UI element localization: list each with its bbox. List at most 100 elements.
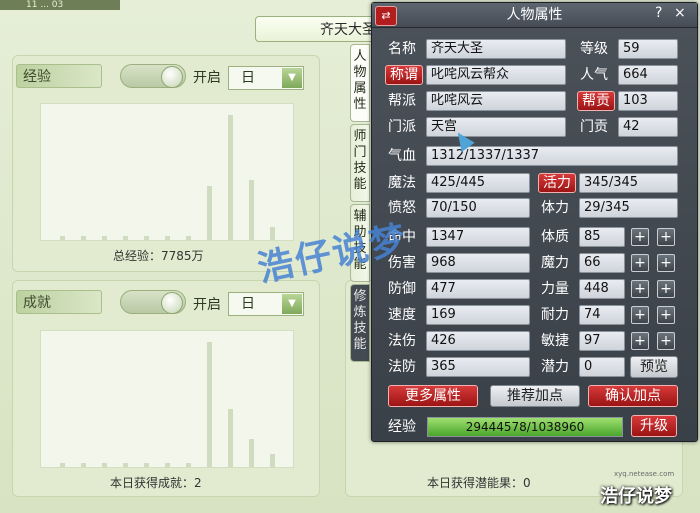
title-button[interactable]: 称谓 <box>385 65 423 85</box>
chevron-down-icon[interactable]: ▼ <box>282 68 302 88</box>
stat-label-endurance: 耐力 <box>541 307 569 323</box>
potential-total: 本日获得潜能果：0 <box>427 476 531 490</box>
select-value: 日 <box>241 70 255 86</box>
add-agility-alt-button[interactable]: + <box>657 332 675 350</box>
tab-cultivation-skills[interactable]: 修炼技能 <box>350 284 370 362</box>
top-status-bar: 11 ... 03 <box>0 0 120 10</box>
tab-label: 修炼技能 <box>353 289 367 352</box>
sect-label: 门派 <box>388 119 416 135</box>
tab-sect-skills[interactable]: 师门技能 <box>350 124 370 202</box>
add-magic-power-button[interactable]: + <box>631 254 649 272</box>
name-label: 名称 <box>388 41 416 57</box>
stat-label-magic-damage: 法伤 <box>388 333 416 349</box>
stat-value-magic-damage: 426 <box>426 331 530 351</box>
add-constitution-alt-button[interactable]: + <box>657 228 675 246</box>
tab-character-attributes[interactable]: 人物属性 <box>350 44 370 122</box>
add-strength-alt-button[interactable]: + <box>657 280 675 298</box>
mp-label: 魔法 <box>388 175 416 191</box>
more-attributes-button[interactable]: 更多属性 <box>388 385 478 407</box>
sect-field: 天宫 <box>426 117 566 137</box>
stat-value-constitution: 85 <box>579 227 625 247</box>
gang-label: 帮派 <box>388 93 416 109</box>
chart-bar <box>60 236 65 240</box>
chart-bar <box>144 236 149 240</box>
chart-bar <box>165 463 170 467</box>
chart-bar <box>186 236 191 240</box>
tab-label: 人物属性 <box>353 49 367 112</box>
title-field: 叱咤风云帮众 <box>426 65 566 85</box>
chart-bar <box>228 409 233 467</box>
tab-label: 师门技能 <box>353 129 367 192</box>
toggle-knob <box>161 66 183 88</box>
stat-label-strength: 力量 <box>541 281 569 297</box>
stat-label-defense: 防御 <box>388 281 416 297</box>
level-field: 59 <box>618 39 678 59</box>
stat-label-agility: 敏捷 <box>541 333 569 349</box>
achievement-toggle-label: 开启 <box>193 297 221 313</box>
brand-logo: 浩仔说梦 <box>600 486 672 507</box>
chart-bar <box>123 463 128 467</box>
exp-value: 29444578/1038960 <box>465 420 585 434</box>
stat-value-defense: 477 <box>426 279 530 299</box>
add-strength-button[interactable]: + <box>631 280 649 298</box>
name-field: 齐天大圣 <box>426 39 566 59</box>
add-endurance-alt-button[interactable]: + <box>657 306 675 324</box>
swap-icon[interactable]: ⇄ <box>375 6 397 26</box>
mp-field: 425/445 <box>426 173 530 193</box>
stat-label-potential: 潜力 <box>541 359 569 375</box>
experience-period-select[interactable]: 日 ▼ <box>228 66 304 90</box>
popularity-field: 664 <box>618 65 678 85</box>
stat-value-potential: 0 <box>579 357 625 377</box>
stat-label-magic-power: 魔力 <box>541 255 569 271</box>
stat-value-endurance: 74 <box>579 305 625 325</box>
stat-value-agility: 97 <box>579 331 625 351</box>
chart-bar <box>81 463 86 467</box>
achievement-toggle[interactable] <box>120 290 186 314</box>
preview-button[interactable]: 预览 <box>630 356 678 378</box>
add-magic-power-alt-button[interactable]: + <box>657 254 675 272</box>
hp-label: 气血 <box>388 148 416 164</box>
gang-contribution-button[interactable]: 帮贡 <box>577 91 615 111</box>
close-icon[interactable]: × <box>674 5 686 21</box>
chart-bar <box>228 115 233 240</box>
exp-label: 经验 <box>388 419 416 435</box>
toggle-knob <box>161 292 183 314</box>
experience-toggle[interactable] <box>120 64 186 88</box>
brand-url: xyq.netease.com <box>614 470 675 478</box>
stat-value-magic-defense: 365 <box>426 357 530 377</box>
add-endurance-button[interactable]: + <box>631 306 649 324</box>
chart-bar <box>186 463 191 467</box>
achievement-label: 成就 <box>16 290 102 314</box>
add-agility-button[interactable]: + <box>631 332 649 350</box>
help-icon[interactable]: ? <box>655 5 662 21</box>
achievement-period-select[interactable]: 日 ▼ <box>228 292 304 316</box>
sect-contribution-label: 门贡 <box>580 119 608 135</box>
chart-bar <box>207 342 212 467</box>
character-attributes-window: 人物属性 ⇄ ? × 名称 齐天大圣 等级 59 称谓 叱咤风云帮众 人气 66… <box>371 2 698 442</box>
experience-chart <box>40 103 294 241</box>
confirm-points-button[interactable]: 确认加点 <box>588 385 678 407</box>
sect-contribution-field: 42 <box>618 117 678 137</box>
chevron-down-icon[interactable]: ▼ <box>282 294 302 314</box>
window-title: 人物属性 <box>372 3 697 28</box>
upgrade-button[interactable]: 升级 <box>631 415 677 437</box>
chart-bar <box>102 463 107 467</box>
stamina-field: 29/345 <box>579 198 678 218</box>
stamina-label: 体力 <box>541 200 569 216</box>
chart-bar <box>60 463 65 467</box>
recommend-points-button[interactable]: 推荐加点 <box>490 385 580 407</box>
stat-value-hit: 1347 <box>426 227 530 247</box>
stat-label-speed: 速度 <box>388 307 416 323</box>
select-value: 日 <box>241 296 255 312</box>
chart-bar <box>144 463 149 467</box>
anger-field: 70/150 <box>426 198 530 218</box>
gang-contribution-field: 103 <box>618 91 678 111</box>
experience-total: 总经验：7785万 <box>113 249 204 263</box>
achievement-chart <box>40 330 294 468</box>
chart-bar <box>81 236 86 240</box>
stat-value-speed: 169 <box>426 305 530 325</box>
chart-bar <box>102 236 107 240</box>
add-constitution-button[interactable]: + <box>631 228 649 246</box>
vitality-button[interactable]: 活力 <box>538 173 576 193</box>
chart-bar <box>165 236 170 240</box>
